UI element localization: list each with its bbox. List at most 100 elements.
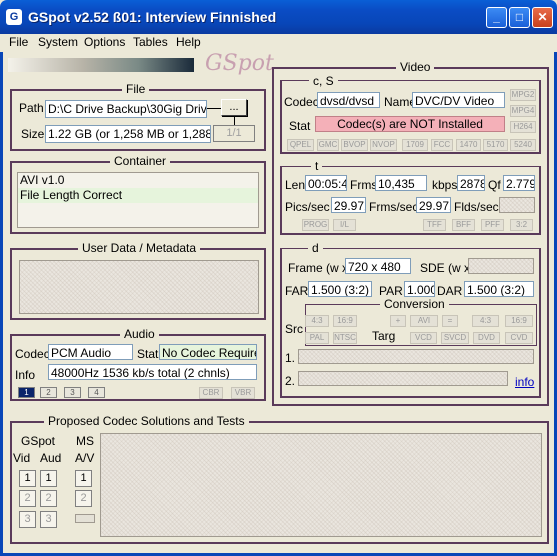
minimize-button[interactable]: _ (486, 7, 507, 28)
proposed-frame-title: Proposed Codec Solutions and Tests (44, 414, 249, 428)
ms-av-3-slot (75, 514, 95, 523)
dar-label: DAR (437, 284, 463, 298)
menu-tables[interactable]: Tables (133, 35, 168, 49)
sde-field (468, 258, 534, 274)
interlaced-indicator: I/L (333, 219, 356, 231)
far-field: 1.500 (3:2) (308, 281, 372, 297)
gspot-logo: GSpot (205, 51, 274, 76)
fcc-indicator: FCC (431, 139, 453, 151)
frms-field: 10,435 (375, 175, 427, 191)
src-pal-indicator: PAL (305, 332, 329, 344)
menu-help[interactable]: Help (176, 35, 201, 49)
ms-av-1-button[interactable]: 1 (75, 470, 92, 487)
container-line: AVI v1.0 (20, 173, 65, 187)
frms-sec-label: Frms/sec (369, 200, 419, 214)
pff-indicator: PFF (481, 219, 504, 231)
gspot-aud-3-button[interactable]: 3 (40, 511, 57, 528)
conversion-subframe-title: Conversion (380, 297, 449, 311)
row2-label: 2. (285, 374, 296, 388)
audio-info-field: 48000Hz 1536 kb/s total (2 chnls) (48, 364, 257, 380)
frms-sec-field: 29.971 (416, 197, 451, 213)
gspot-vid-2-button[interactable]: 2 (19, 490, 36, 507)
targ-svcd-indicator: SVCD (441, 332, 469, 344)
5170-indicator: 5170 (483, 139, 508, 151)
far-label: FAR (285, 284, 309, 298)
vbr-indicator: VBR (231, 387, 255, 399)
pics-sec-field: 29.971 (331, 197, 366, 213)
prog-indicator: PROG (302, 219, 329, 231)
video-stat-field: Codec(s) are NOT Installed (315, 116, 505, 132)
dar-field: 1.500 (3:2) (464, 281, 534, 297)
menu-system[interactable]: System (38, 35, 78, 49)
aud-label: Aud (40, 451, 62, 465)
src-label: Src (285, 322, 303, 336)
sde-label: SDE (w x (420, 261, 471, 275)
gspot-vid-1-button[interactable]: 1 (19, 470, 36, 487)
mpg4-indicator: MPG4 (510, 105, 536, 117)
browse-button[interactable]: ... (221, 99, 247, 116)
browse-connector (207, 108, 221, 109)
timing-subframe-title: t (311, 159, 323, 173)
frame-size-field: 720 x 480 (345, 258, 411, 274)
flds-sec-field (499, 197, 535, 213)
frame-size-label: Frame (w x (288, 261, 348, 275)
1470-indicator: 1470 (456, 139, 481, 151)
audio-tab-1[interactable]: 1 (18, 387, 35, 398)
audio-codec-label: Codec (15, 347, 50, 361)
av-label: A/V (75, 451, 95, 465)
audio-tab-4[interactable]: 4 (88, 387, 105, 398)
frms-label: Frms (350, 178, 378, 192)
audio-stat-field: No Codec Required (159, 344, 257, 360)
audio-tab-2[interactable]: 2 (40, 387, 57, 398)
page-connector (234, 117, 235, 125)
close-button[interactable]: ✕ (532, 7, 553, 28)
info-link[interactable]: info (515, 375, 534, 389)
targ-plus-button[interactable]: + (390, 315, 406, 327)
size-field: 1.22 GB (or 1,258 MB or 1,288,39 (45, 125, 211, 143)
targ-avi-indicator: AVI (410, 315, 438, 327)
maximize-button[interactable]: □ (509, 7, 530, 28)
path-label: Path (19, 101, 44, 115)
src-43-indicator: 4:3 (305, 315, 329, 327)
container-frame-title: Container (110, 154, 171, 168)
len-field: 00:05:4 (305, 175, 347, 191)
vid-label: Vid (13, 451, 31, 465)
video-name-field: DVC/DV Video (412, 92, 505, 108)
audio-codec-field: PCM Audio (48, 344, 133, 360)
menu-file[interactable]: File (9, 35, 28, 49)
kbps-field: 2878 (457, 175, 485, 191)
gspot-vid-3-button[interactable]: 3 (19, 511, 36, 528)
window-title: GSpot v2.52 ß01: Interview Finnished (28, 9, 277, 25)
targ-vcd-indicator: VCD (410, 332, 437, 344)
targ-cvd-indicator: CVD (505, 332, 533, 344)
targ-43-indicator: 4:3 (472, 315, 499, 327)
path-field[interactable]: D:\C Drive Backup\30Gig Drive\ (45, 100, 207, 118)
qpel-indicator: QPEL (287, 139, 314, 151)
dimensions-subframe-title: d (308, 241, 323, 255)
audio-frame-title: Audio (120, 327, 159, 341)
video-frame-title: Video (396, 60, 435, 74)
qf-label: Qf (488, 178, 501, 192)
targ-equals-button[interactable]: = (442, 315, 458, 327)
mpg2-indicator: MPG2 (510, 89, 536, 101)
bff-indicator: BFF (452, 219, 475, 231)
container-line: File Length Correct (18, 188, 258, 203)
size-label: Size (21, 127, 45, 141)
targ-label: Targ (372, 329, 396, 343)
audio-tab-3[interactable]: 3 (64, 387, 81, 398)
app-icon[interactable]: G (6, 9, 22, 25)
codec-subframe-title: c, S (309, 74, 338, 88)
video-codec-label: Codec (284, 95, 319, 109)
targ-dvd-indicator: DVD (473, 332, 500, 344)
32-pulldown-indicator: 3:2 (510, 219, 533, 231)
h264-indicator: H264 (510, 121, 536, 133)
pics-sec-label: Pics/sec (285, 200, 330, 214)
5240-indicator: 5240 (510, 139, 536, 151)
tff-indicator: TFF (423, 219, 446, 231)
ms-label: MS (76, 434, 94, 448)
gspot-aud-1-button[interactable]: 1 (40, 470, 57, 487)
row1-label: 1. (285, 351, 296, 365)
menu-options[interactable]: Options (84, 35, 125, 49)
ms-av-2-button[interactable]: 2 (75, 490, 92, 507)
gspot-aud-2-button[interactable]: 2 (40, 490, 57, 507)
